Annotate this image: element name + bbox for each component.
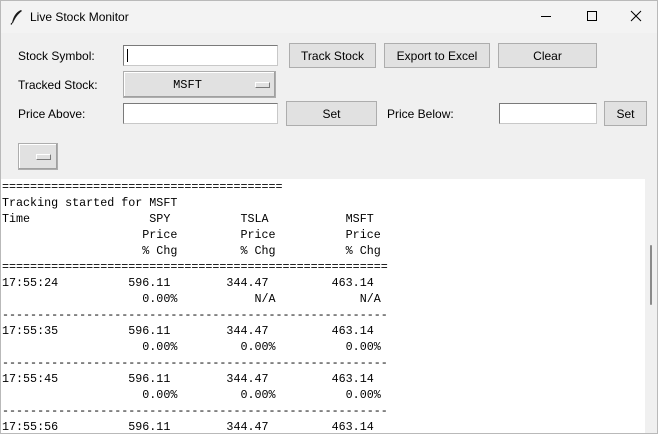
output-line: % Chg % Chg % Chg (2, 244, 381, 258)
export-to-excel-button[interactable]: Export to Excel (384, 43, 490, 68)
output-line: ----------------------------------------… (2, 356, 388, 370)
price-below-label: Price Below: (387, 107, 454, 121)
stock-symbol-field[interactable] (123, 45, 278, 66)
maximize-button[interactable] (569, 1, 615, 33)
output-line: Price Price Price (2, 228, 381, 242)
option-menu-indicator-icon (36, 154, 51, 160)
track-stock-button[interactable]: Track Stock (289, 43, 376, 68)
close-icon (630, 10, 642, 25)
set-price-below-button[interactable]: Set (604, 101, 647, 126)
output-line: Time SPY TSLA MSFT (2, 212, 374, 226)
output-log-text: ========================================… (1, 179, 645, 433)
output-line: 17:55:24 596.11 344.47 463.14 (2, 276, 374, 290)
feather-icon (10, 9, 24, 25)
output-line: 17:55:45 596.11 344.47 463.14 (2, 372, 374, 386)
close-button[interactable] (613, 1, 658, 33)
output-line: 17:55:35 596.11 344.47 463.14 (2, 324, 374, 338)
price-below-input[interactable] (500, 104, 596, 123)
output-line: 0.00% 0.00% 0.00% (2, 340, 381, 354)
scrollbar-thumb[interactable] (650, 245, 652, 305)
tracked-stock-label: Tracked Stock: (18, 78, 98, 92)
output-line: ======================================== (2, 180, 283, 194)
price-above-input[interactable] (124, 104, 277, 123)
stock-symbol-label: Stock Symbol: (18, 49, 95, 63)
tracked-stock-value: MSFT (173, 77, 202, 92)
title-bar[interactable]: Live Stock Monitor (1, 1, 657, 33)
output-line: 0.00% N/A N/A (2, 292, 381, 306)
option-menu-indicator-icon (255, 82, 270, 88)
app-window: Live Stock Monitor Stock Symbol: Track S… (0, 0, 658, 434)
output-line: Tracking started for MSFT (2, 196, 178, 210)
output-line: ----------------------------------------… (2, 308, 388, 322)
set-price-above-button[interactable]: Set (286, 101, 377, 126)
clear-button[interactable]: Clear (498, 43, 597, 68)
output-line: ========================================… (2, 260, 388, 274)
minimize-button[interactable] (523, 1, 569, 33)
stock-symbol-input[interactable] (124, 46, 277, 65)
output-log[interactable]: ========================================… (1, 179, 645, 433)
tracked-stock-dropdown[interactable]: MSFT (123, 71, 276, 98)
extra-option-dropdown[interactable] (18, 143, 58, 170)
price-above-field[interactable] (123, 103, 278, 124)
text-caret (127, 49, 128, 62)
maximize-icon (586, 10, 598, 25)
output-scrollbar[interactable] (645, 179, 657, 433)
price-above-label: Price Above: (18, 107, 86, 121)
output-line: 0.00% 0.00% 0.00% (2, 388, 381, 402)
window-title: Live Stock Monitor (30, 10, 129, 24)
minimize-icon (540, 10, 552, 25)
price-below-field[interactable] (499, 103, 597, 124)
output-line: 17:55:56 596.11 344.47 463.14 (2, 420, 374, 433)
output-line: ----------------------------------------… (2, 404, 388, 418)
